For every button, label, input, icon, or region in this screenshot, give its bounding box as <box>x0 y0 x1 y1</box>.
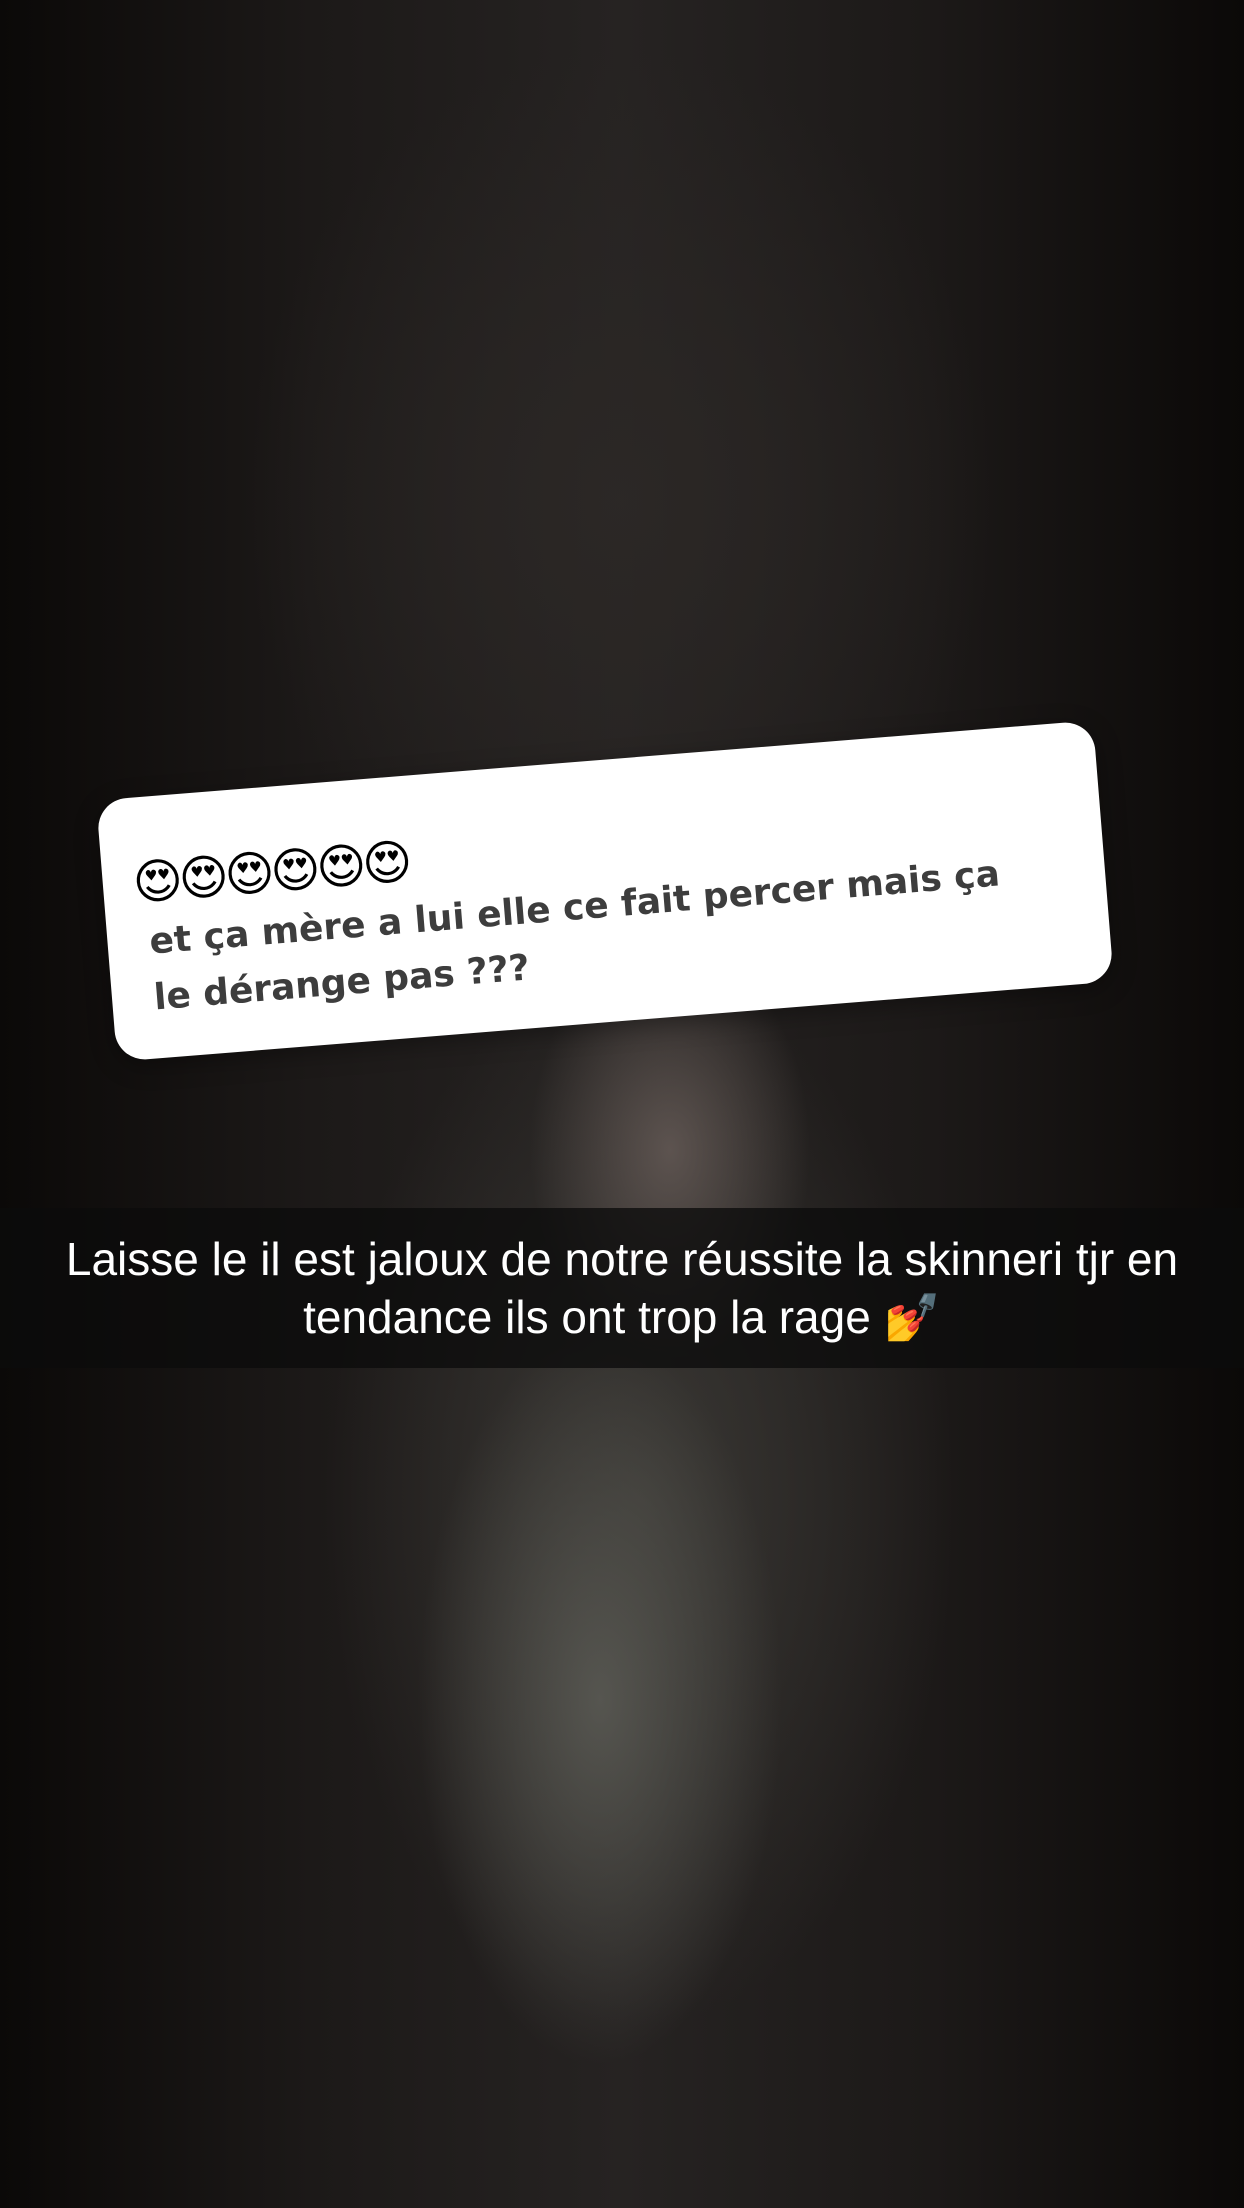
caption-text: Laisse le il est jaloux de notre réussit… <box>65 1233 1179 1343</box>
caption-bar: Laisse le il est jaloux de notre réussit… <box>0 1208 1244 1368</box>
question-sticker[interactable]: 😍😍😍😍😍😍 et ça mère a lui elle ce fait per… <box>96 720 1114 1062</box>
story-viewer: 😍😍😍😍😍😍 et ça mère a lui elle ce fait per… <box>0 0 1244 2208</box>
